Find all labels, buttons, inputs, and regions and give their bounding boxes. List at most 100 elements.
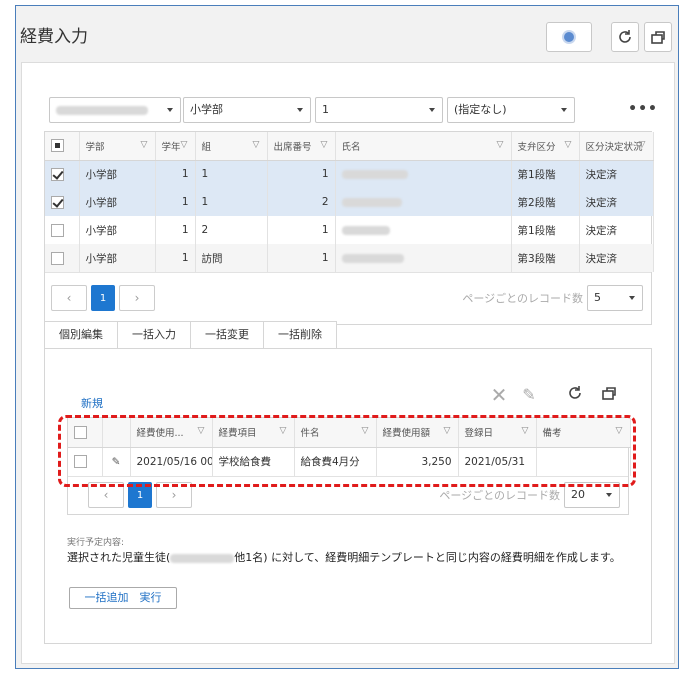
grid-footer: ‹ 1 › ページごとのレコード数 5	[45, 272, 651, 324]
table-row[interactable]: 小学部 1 2 1 第1段階 決定済	[45, 216, 654, 244]
tab-bulk-delete[interactable]: 一括削除	[263, 321, 337, 349]
next-page-button[interactable]: ›	[119, 285, 155, 311]
refresh-icon	[619, 30, 631, 43]
prev-page-button[interactable]: ‹	[51, 285, 87, 311]
row-edit-icon[interactable]: ✎	[102, 447, 131, 476]
edit-icon[interactable]: ✎	[519, 385, 539, 405]
delete-icon[interactable]: ✕	[489, 385, 509, 405]
next-page-button[interactable]: ›	[156, 482, 192, 508]
refresh-button[interactable]	[611, 22, 639, 52]
column-header-registered[interactable]: 登録日 ▽	[458, 418, 537, 448]
table-row[interactable]: 小学部 1 訪問 1 第3段階 決定済	[45, 244, 654, 272]
row-checkbox-cell[interactable]	[45, 216, 80, 244]
filter-icon[interactable]: ▽	[253, 141, 262, 150]
row-checkbox-cell[interactable]	[45, 160, 80, 188]
more-options-icon[interactable]: •••	[628, 101, 658, 117]
help-icon	[564, 32, 574, 42]
row-checkbox-cell[interactable]	[68, 447, 103, 476]
cell-class: 訪問	[195, 244, 268, 272]
column-header-item[interactable]: 経費項目 ▽	[212, 418, 295, 448]
grid-pager: ‹ 1 ›	[51, 285, 159, 311]
cell-year: 1	[155, 244, 196, 272]
row-checkbox[interactable]	[51, 251, 64, 265]
filter-icon[interactable]: ▽	[198, 427, 207, 436]
popout-button[interactable]	[644, 22, 672, 52]
row-checkbox[interactable]	[51, 195, 64, 209]
row-checkbox[interactable]	[74, 455, 87, 469]
cell-status: 決定済	[579, 244, 654, 272]
tab-individual-edit[interactable]: 個別編集	[44, 321, 117, 349]
popout-icon[interactable]	[599, 385, 619, 405]
current-page-button[interactable]: 1	[91, 285, 115, 311]
select-all-cell[interactable]	[45, 132, 80, 161]
column-header-year[interactable]: 学年 ▽	[155, 132, 196, 161]
filter-icon[interactable]: ▽	[522, 427, 531, 436]
row-checkbox[interactable]	[51, 223, 64, 237]
help-button[interactable]	[546, 22, 592, 52]
cell-amount: 3,250	[376, 447, 459, 476]
row-checkbox-cell[interactable]	[45, 188, 80, 216]
select-all-checkbox[interactable]	[51, 139, 64, 153]
filter-icon[interactable]: ▽	[181, 141, 190, 150]
cell-status: 決定済	[579, 216, 654, 244]
refresh-icon[interactable]	[565, 385, 585, 405]
column-header-usage-date[interactable]: 経費使用... ▽	[130, 418, 213, 448]
cell-division: 第2段階	[511, 188, 580, 216]
popout-icon	[651, 31, 665, 44]
per-page-select[interactable]: 5	[587, 285, 643, 311]
class-select[interactable]: (指定なし)	[447, 97, 575, 123]
column-header-class[interactable]: 組 ▽	[195, 132, 268, 161]
cell-year: 1	[155, 216, 196, 244]
filter-icon[interactable]: ▽	[639, 141, 648, 150]
cell-number: 1	[267, 160, 336, 188]
school-select[interactable]	[49, 97, 181, 123]
cell-item: 学校給食費	[212, 447, 295, 476]
current-page-button[interactable]: 1	[128, 482, 152, 508]
filter-icon[interactable]: ▽	[565, 141, 574, 150]
filter-icon[interactable]: ▽	[141, 141, 150, 150]
row-checkbox[interactable]	[51, 167, 64, 181]
table-row[interactable]: 小学部 1 1 2 第2段階 決定済	[45, 188, 654, 216]
cell-division: 第1段階	[511, 216, 580, 244]
filter-icon[interactable]: ▽	[497, 141, 506, 150]
select-all-checkbox[interactable]	[74, 425, 87, 439]
bulk-add-execute-button[interactable]: 一括追加 実行	[69, 587, 177, 609]
column-header-division[interactable]: 支弁区分 ▽	[511, 132, 580, 161]
edit-tabs: 個別編集 一括入力 一括変更 一括削除	[44, 321, 337, 349]
cell-usage-date: 2021/05/16 00:0	[130, 447, 213, 476]
select-all-cell[interactable]	[68, 418, 103, 448]
student-grid: 学部 ▽ 学年 ▽ 組 ▽ 出席番号 ▽ 氏名 ▽ 支弁区分 ▽ 区分決定状況 ▽ 小学部 1	[44, 131, 654, 325]
filter-icon[interactable]: ▽	[280, 427, 289, 436]
cell-class: 1	[195, 160, 268, 188]
filter-icon[interactable]: ▽	[616, 427, 625, 436]
column-header-number[interactable]: 出席番号 ▽	[267, 132, 336, 161]
filter-icon[interactable]: ▽	[444, 427, 453, 436]
column-header-status[interactable]: 区分決定状況 ▽	[579, 132, 654, 161]
column-header-amount[interactable]: 経費使用額 ▽	[376, 418, 459, 448]
tab-bulk-change[interactable]: 一括変更	[190, 321, 263, 349]
department-select[interactable]: 小学部	[183, 97, 311, 123]
new-link[interactable]: 新規	[81, 395, 103, 411]
tab-bulk-input[interactable]: 一括入力	[117, 321, 190, 349]
column-header-name[interactable]: 氏名 ▽	[335, 132, 512, 161]
grid-header-row: 経費使用... ▽ 経費項目 ▽ 件名 ▽ 経費使用額 ▽ 登録日 ▽ 備考 ▽	[68, 418, 631, 448]
year-select[interactable]: 1	[315, 97, 443, 123]
per-page-control: ページごとのレコード数 20	[439, 482, 620, 508]
cell-status: 決定済	[579, 160, 654, 188]
filter-bar: 小学部 1 (指定なし) •••	[22, 97, 674, 123]
cell-year: 1	[155, 188, 196, 216]
chevron-down-icon	[606, 493, 612, 497]
column-header-subject[interactable]: 件名 ▽	[294, 418, 377, 448]
cell-division: 第1段階	[511, 160, 580, 188]
prev-page-button[interactable]: ‹	[88, 482, 124, 508]
column-header-note[interactable]: 備考 ▽	[536, 418, 631, 448]
chevron-down-icon	[167, 108, 173, 112]
column-header-dept[interactable]: 学部 ▽	[79, 132, 156, 161]
filter-icon[interactable]: ▽	[362, 427, 371, 436]
bulk-input-panel: 新規 ✕ ✎ 経費使用... ▽ 経費項目 ▽ 件名 ▽ 経費使用額 ▽ 登録日…	[44, 348, 652, 644]
table-row[interactable]: ✎ 2021/05/16 00:0 学校給食費 給食費4月分 3,250 202…	[68, 447, 631, 476]
filter-icon[interactable]: ▽	[321, 141, 330, 150]
per-page-select[interactable]: 20	[564, 482, 620, 508]
row-checkbox-cell[interactable]	[45, 244, 80, 272]
table-row[interactable]: 小学部 1 1 1 第1段階 決定済	[45, 160, 654, 188]
